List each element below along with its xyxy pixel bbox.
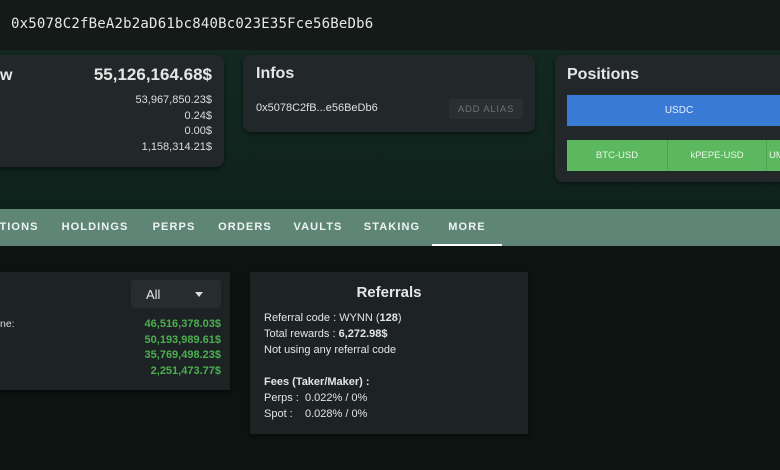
tab-staking[interactable]: STAKING [360,209,424,246]
tab-perps[interactable]: PERPS [148,209,200,246]
position-partial[interactable]: UM [767,140,780,171]
tab-holdings[interactable]: HOLDINGS [58,209,132,246]
referrals-panel: Referrals Referral code : WYNN (128) Tota… [250,272,528,434]
total-rewards-value: 6,272.98$ [338,328,388,340]
referral-code-line: Referral code : WYNN (128) [264,310,402,326]
volume-value: 35,769,498.23$ [144,349,221,361]
perps-fee: Perps : 0.022% / 0% [264,392,368,404]
volume-values: 46,516,378.03$ 50,193,989.61$ 35,769,498… [145,317,221,379]
overview-row-value: 0.00$ [184,125,212,137]
wallet-address: 0x5078C2fBeA2b2aD61bc840Bc023E35Fce56BeD… [11,16,374,32]
short-address: 0x5078C2fB...e56BeDb6 [256,102,378,114]
overview-title: w [0,67,13,84]
select-value: All [146,287,161,302]
tab-vaults[interactable]: VAULTS [290,209,346,246]
volume-value: 50,193,989.61$ [144,333,221,346]
positions-title: Positions [567,66,640,83]
spot-fee: Spot : 0.028% / 0% [264,408,368,420]
top-bar: 0x5078C2fBeA2b2aD61bc840Bc023E35Fce56BeD… [0,0,780,50]
tab-positions[interactable]: TIONS [0,209,44,246]
position-kpepe-usd[interactable]: kPEPE-USD [668,140,767,171]
position-btc-usd[interactable]: BTC-USD [567,140,668,171]
volume-panel: All ne: 46,516,378.03$ 50,193,989.61$ 35… [0,272,230,390]
total-rewards-line: Total rewards : 6,272.98$ [264,326,402,342]
overview-row-value: 1,158,314.21$ [141,140,212,153]
section-tabs: TIONS HOLDINGS PERPS ORDERS VAULTS STAKI… [0,209,780,246]
perp-positions-row: BTC-USD kPEPE-USD UM [567,140,780,171]
referral-code-close: ) [397,312,402,324]
referrals-title: Referrals [356,284,422,301]
overview-row-value: 53,967,850.23$ [135,94,212,106]
overview-rows: 53,967,850.23$ 0.24$ 0.00$ 1,158,314.21$ [136,93,212,155]
chevron-down-icon [195,292,203,297]
volume-filter-select[interactable]: All [131,280,221,308]
positions-card: Positions USDC BTC-USD kPEPE-USD UM [555,55,780,182]
infos-card: Infos 0x5078C2fB...e56BeDb6 ADD ALIAS [243,55,535,132]
overview-card: w 55,126,164.68$ 53,967,850.23$ 0.24$ 0.… [0,55,224,167]
volume-value: 46,516,378.03$ [144,318,221,330]
volume-value: 2,251,473.77$ [150,364,221,377]
position-usdc[interactable]: USDC [567,95,780,126]
referral-code-label: Referral code : WYNN ( [264,312,380,324]
volume-label: ne: [0,318,15,330]
fees-title: Fees (Taker/Maker) : [264,374,402,390]
overview-row-value: 0.24$ [184,109,212,122]
infos-title: Infos [256,65,295,82]
add-alias-button[interactable]: ADD ALIAS [449,99,523,119]
referral-usage: Not using any referral code [264,344,397,356]
fees-title-text: Fees (Taker/Maker) : [264,376,370,388]
tab-more[interactable]: MORE [432,209,502,246]
referral-details: Referral code : WYNN (128) Total rewards … [264,310,402,422]
tab-orders[interactable]: ORDERS [216,209,274,246]
total-rewards-label: Total rewards : [264,328,339,340]
referral-count: 128 [379,312,398,324]
overview-total: 55,126,164.68$ [93,65,212,84]
